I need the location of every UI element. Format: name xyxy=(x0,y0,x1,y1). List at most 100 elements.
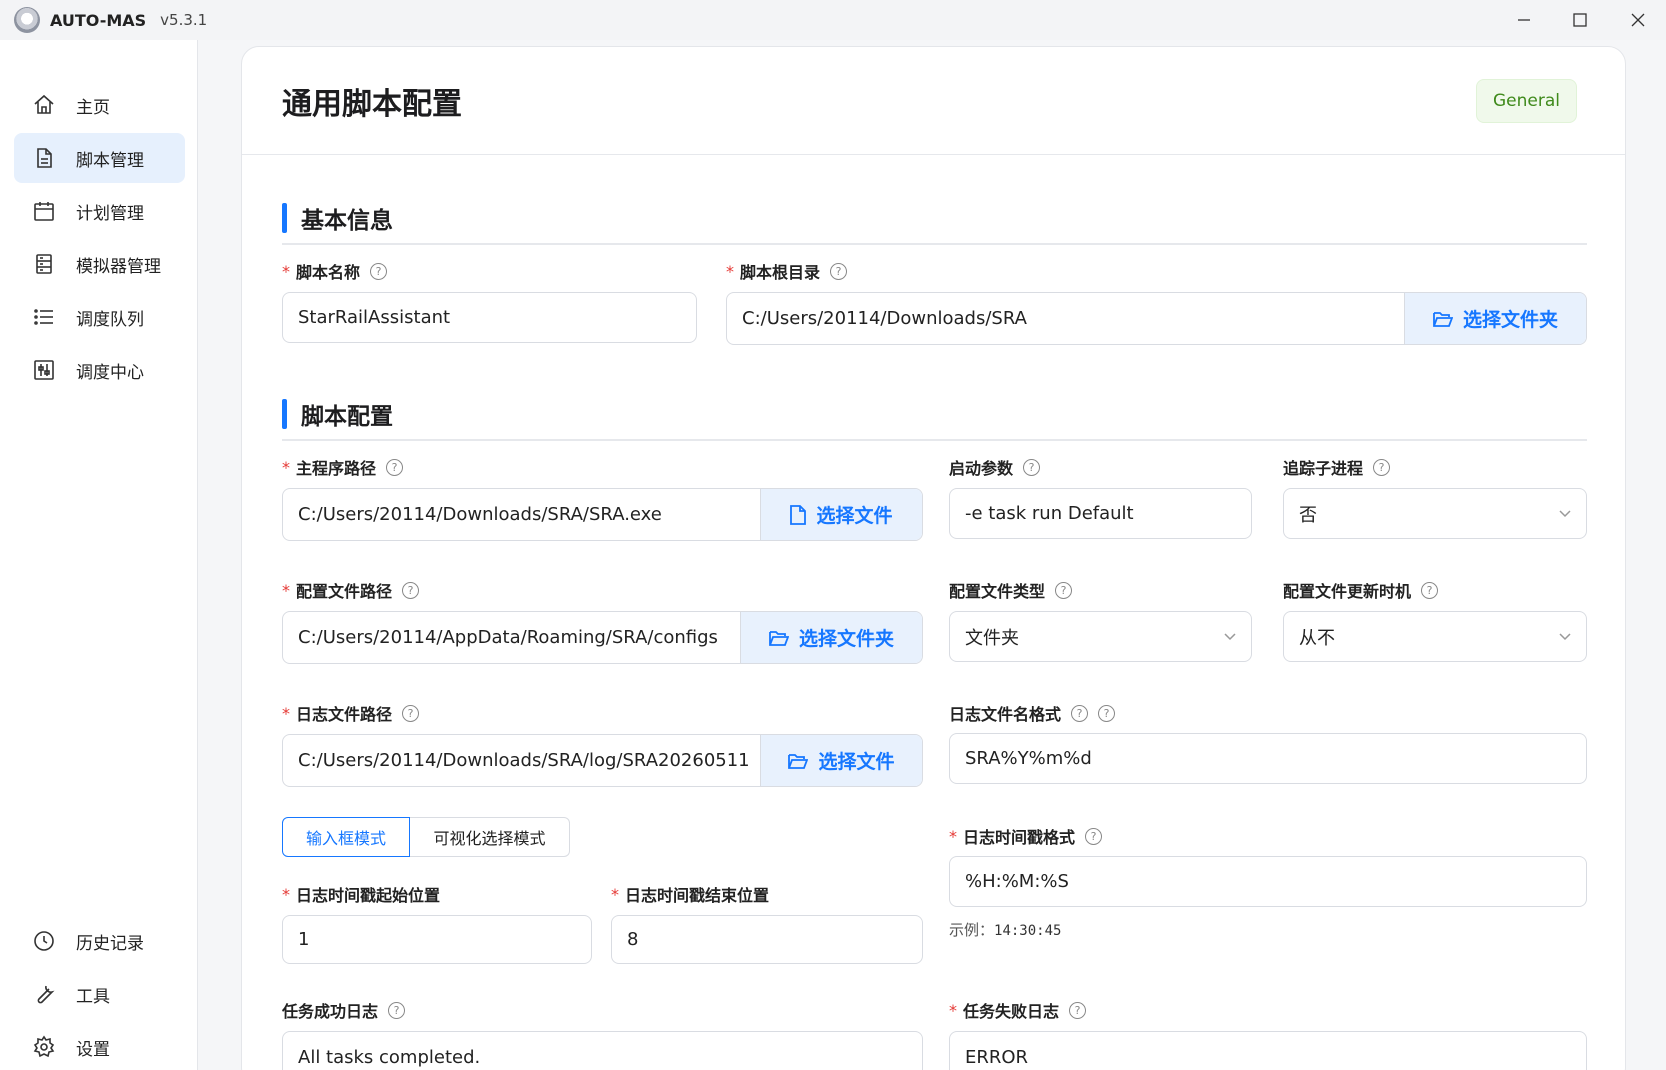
chevron-down-icon xyxy=(1559,510,1571,518)
help-icon[interactable]: ? xyxy=(402,581,420,599)
config-update-label: 配置文件更新时机? xyxy=(1283,578,1439,602)
sidebar-item-history[interactable]: 历史记录 xyxy=(14,916,185,966)
sidebar: 主页 脚本管理 计划管理 模拟器管理 调度队列 调度中心 历史记录 工具 设置 xyxy=(0,40,198,1070)
script-name-input[interactable]: StarRailAssistant xyxy=(282,292,697,343)
maximize-icon xyxy=(1573,13,1587,27)
launch-args-label: 启动参数? xyxy=(949,455,1041,479)
log-path-group: C:/Users/20114/Downloads/SRA/log/SRA2026… xyxy=(282,734,923,787)
script-root-input[interactable]: C:/Users/20114/Downloads/SRA xyxy=(727,293,1404,344)
ts-end-label: * 日志时间戳结束位置 xyxy=(611,884,770,906)
control-icon xyxy=(32,358,56,382)
help-icon[interactable]: ? xyxy=(830,262,848,280)
server-icon xyxy=(32,252,56,276)
sidebar-item-plans[interactable]: 计划管理 xyxy=(14,186,185,236)
close-button[interactable] xyxy=(1610,0,1666,40)
app-name: AUTO-MAS xyxy=(50,10,147,30)
sidebar-item-label: 调度中心 xyxy=(76,362,144,383)
help-icon[interactable]: ? xyxy=(386,458,404,476)
success-log-label: 任务成功日志? xyxy=(282,998,406,1022)
ts-end-input[interactable]: 8 xyxy=(611,915,923,964)
script-name-label: * 脚本名称? xyxy=(282,259,388,283)
sidebar-item-label: 工具 xyxy=(76,986,110,1007)
track-child-select[interactable]: 否 xyxy=(1283,488,1587,539)
script-root-group: C:/Users/20114/Downloads/SRA 选择文件夹 xyxy=(726,292,1587,345)
maximize-button[interactable] xyxy=(1552,0,1608,40)
ts-format-input[interactable]: %H:%M:%S xyxy=(949,856,1587,907)
file-icon xyxy=(790,504,807,525)
history-icon xyxy=(32,929,56,953)
help-icon[interactable]: ? xyxy=(1069,1001,1087,1019)
section-divider xyxy=(282,243,1587,245)
sidebar-item-label: 主页 xyxy=(76,97,110,118)
sidebar-item-label: 计划管理 xyxy=(76,203,144,224)
chevron-down-icon xyxy=(1559,633,1571,641)
sidebar-item-home[interactable]: 主页 xyxy=(14,80,185,130)
title-bar: AUTO-MAS v5.3.1 xyxy=(0,0,1666,40)
mode-switch: 输入框模式 可视化选择模式 xyxy=(282,817,570,857)
sidebar-item-label: 调度队列 xyxy=(76,309,144,330)
close-icon xyxy=(1631,13,1645,27)
help-icon[interactable]: ? xyxy=(402,704,420,722)
wrench-icon xyxy=(32,982,56,1006)
help-icon[interactable]: ? xyxy=(1373,458,1391,476)
help-icon[interactable]: ? xyxy=(1071,704,1089,722)
sidebar-item-tools[interactable]: 工具 xyxy=(14,969,185,1019)
sidebar-item-emulators[interactable]: 模拟器管理 xyxy=(14,239,185,289)
help-icon[interactable]: ? xyxy=(1055,581,1073,599)
main-path-label: * 主程序路径? xyxy=(282,455,404,479)
sidebar-item-label: 模拟器管理 xyxy=(76,256,161,277)
ts-start-label: * 日志时间戳起始位置 xyxy=(282,884,441,906)
launch-args-input[interactable]: -e task run Default xyxy=(949,488,1252,539)
sidebar-item-dispatch[interactable]: 调度中心 xyxy=(14,345,185,395)
log-path-label: * 日志文件路径? xyxy=(282,701,420,725)
section-divider xyxy=(282,439,1587,441)
folder-open-icon xyxy=(769,630,789,646)
log-name-format-input[interactable]: SRA%Y%m%d xyxy=(949,733,1587,784)
main-path-input[interactable]: C:/Users/20114/Downloads/SRA/SRA.exe xyxy=(283,489,760,540)
mode-visual-button[interactable]: 可视化选择模式 xyxy=(410,817,570,857)
ts-format-example: 示例：14:30:45 xyxy=(949,921,1062,939)
minimize-button[interactable] xyxy=(1496,0,1552,40)
sidebar-item-label: 脚本管理 xyxy=(76,150,144,171)
help-icon[interactable]: ? xyxy=(1085,827,1103,845)
list-icon xyxy=(32,305,56,329)
app-logo-icon xyxy=(14,7,40,33)
help-icon[interactable]: ? xyxy=(1098,704,1116,722)
config-type-label: 配置文件类型? xyxy=(949,578,1073,602)
file-icon xyxy=(32,146,56,170)
fail-log-input[interactable]: ERROR xyxy=(949,1031,1587,1070)
help-icon[interactable]: ? xyxy=(1421,581,1439,599)
config-update-select[interactable]: 从不 xyxy=(1283,611,1587,662)
select-file-button[interactable]: 选择文件 xyxy=(760,735,922,786)
card-header: 通用脚本配置 General xyxy=(242,47,1625,155)
section-script-title: 脚本配置 xyxy=(282,397,393,431)
log-path-input[interactable]: C:/Users/20114/Downloads/SRA/log/SRA2026… xyxy=(283,735,760,786)
app-version: v5.3.1 xyxy=(160,11,208,29)
select-file-button[interactable]: 选择文件 xyxy=(760,489,922,540)
ts-format-label: * 日志时间戳格式? xyxy=(949,824,1103,848)
page-title: 通用脚本配置 xyxy=(282,87,462,122)
log-name-format-label: 日志文件名格式?? xyxy=(949,701,1116,725)
home-icon xyxy=(32,93,56,117)
sidebar-item-settings[interactable]: 设置 xyxy=(14,1022,185,1070)
config-type-select[interactable]: 文件夹 xyxy=(949,611,1252,662)
select-folder-button[interactable]: 选择文件夹 xyxy=(1404,293,1586,344)
sidebar-item-queue[interactable]: 调度队列 xyxy=(14,292,185,342)
sidebar-item-scripts[interactable]: 脚本管理 xyxy=(14,133,185,183)
fail-log-label: * 任务失败日志? xyxy=(949,998,1087,1022)
config-path-label: * 配置文件路径? xyxy=(282,578,420,602)
mode-input-button[interactable]: 输入框模式 xyxy=(282,817,410,857)
ts-start-input[interactable]: 1 xyxy=(282,915,592,964)
section-basic-title: 基本信息 xyxy=(282,201,393,235)
config-path-input[interactable]: C:/Users/20114/AppData/Roaming/SRA/confi… xyxy=(283,612,740,663)
help-icon[interactable]: ? xyxy=(370,262,388,280)
success-log-input[interactable]: All tasks completed. xyxy=(282,1031,923,1070)
gear-icon xyxy=(32,1035,56,1059)
select-folder-button[interactable]: 选择文件夹 xyxy=(740,612,922,663)
config-path-group: C:/Users/20114/AppData/Roaming/SRA/confi… xyxy=(282,611,923,664)
section-accent-bar xyxy=(282,399,287,429)
help-icon[interactable]: ? xyxy=(388,1001,406,1019)
help-icon[interactable]: ? xyxy=(1023,458,1041,476)
type-badge: General xyxy=(1476,79,1577,123)
section-basic-label: 基本信息 xyxy=(301,208,393,234)
